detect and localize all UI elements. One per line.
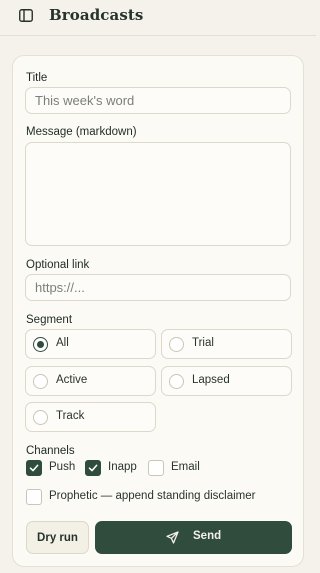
inapp-checkbox[interactable]: [85, 460, 101, 476]
segment-label-active: Active: [56, 374, 88, 386]
email-label: Email: [171, 461, 200, 473]
segment-option-trial[interactable]: Trial: [161, 329, 292, 359]
link-label: Optional link: [26, 259, 90, 271]
send-button[interactable]: Send: [95, 521, 292, 554]
dry-run-button[interactable]: Dry run: [26, 521, 89, 554]
message-label: Message (markdown): [26, 126, 137, 138]
radio-icon: [33, 410, 48, 425]
email-checkbox[interactable]: [148, 460, 164, 476]
segment-label: Segment: [26, 314, 73, 326]
radio-icon: [169, 374, 184, 389]
message-textarea[interactable]: [25, 142, 291, 246]
push-label: Push: [49, 461, 76, 473]
push-checkbox[interactable]: [26, 460, 42, 476]
radio-icon: [169, 337, 184, 352]
prophetic-label: Prophetic — append standing disclaimer: [49, 490, 256, 502]
segment-option-active[interactable]: Active: [25, 366, 156, 396]
checkmark-icon: [88, 464, 98, 472]
prophetic-checkbox[interactable]: [26, 489, 42, 505]
send-label: Send: [193, 530, 222, 542]
checkmark-icon: [29, 464, 39, 472]
segment-label-lapsed: Lapsed: [192, 374, 230, 386]
paper-plane-icon: [166, 531, 179, 544]
segment-option-all[interactable]: All: [25, 329, 156, 359]
dry-run-label: Dry run: [37, 531, 78, 544]
radio-selected-icon: [33, 337, 48, 352]
page-title: Broadcasts: [49, 6, 144, 24]
segment-option-track[interactable]: Track: [25, 402, 156, 432]
top-bar: Broadcasts: [0, 0, 316, 36]
segment-option-lapsed[interactable]: Lapsed: [161, 366, 292, 396]
sidebar-toggle-icon[interactable]: [19, 9, 33, 22]
broadcast-form: Title Message (markdown) Optional link S…: [12, 55, 304, 567]
title-label: Title: [26, 72, 48, 84]
title-input[interactable]: [25, 87, 291, 114]
segment-label-track: Track: [56, 410, 85, 422]
inapp-label: Inapp: [108, 461, 137, 473]
segment-label-trial: Trial: [192, 337, 214, 349]
channels-label: Channels: [26, 445, 75, 457]
link-input[interactable]: [25, 274, 291, 301]
segment-label-all: All: [56, 337, 69, 349]
radio-icon: [33, 374, 48, 389]
